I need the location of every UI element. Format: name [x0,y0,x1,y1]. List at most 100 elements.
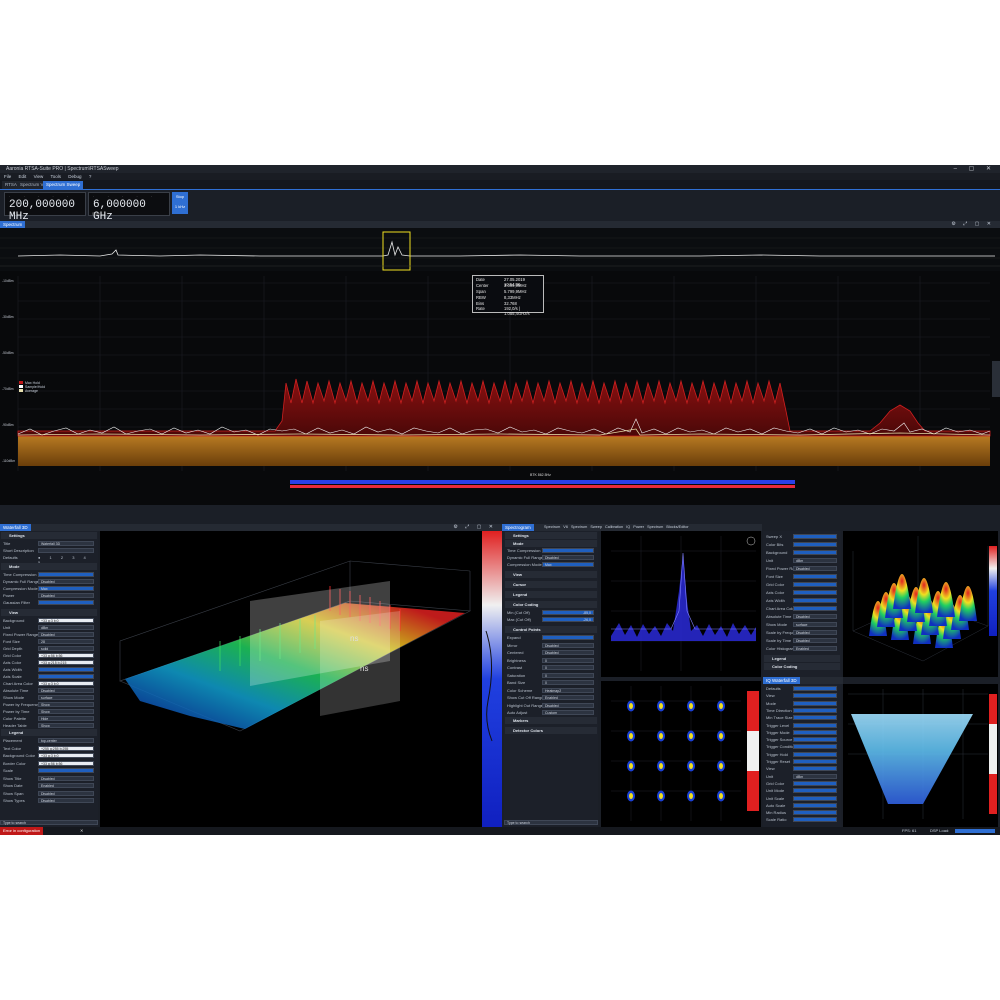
setting-value-field[interactable] [793,693,837,699]
setting-value-field[interactable]: Disabled [38,798,94,803]
setting-value-field[interactable] [793,534,837,539]
markers-section-header[interactable]: Markers [505,717,597,724]
legend-section-header[interactable]: Legend [1,729,97,736]
setting-value-field[interactable] [793,574,837,579]
menu-debug[interactable]: Debug [68,174,81,179]
setting-value-field[interactable] [793,582,837,587]
setting-value-field[interactable]: Disabled [542,650,594,655]
status-error-message[interactable]: Error in configuration [0,827,44,835]
secondary-tabs[interactable]: Spectrum V6 Spectrum Sweep Calibration I… [544,524,689,531]
legend-section-header[interactable]: Legend [764,655,840,662]
setting-value-field[interactable]: Hide [38,716,94,721]
setting-value-field[interactable]: 28 [38,639,94,644]
setting-value-field[interactable] [542,635,594,640]
setting-value-field[interactable] [793,542,837,547]
setting-value-field[interactable] [793,795,837,801]
settings-header[interactable]: Settings [1,532,97,539]
tab-calibration[interactable]: Calibration [605,525,623,529]
constellation-plot[interactable] [601,681,761,827]
setting-value-field[interactable] [38,674,94,679]
setting-value-field[interactable] [793,817,837,823]
setting-value-field[interactable]: +255 g:255 b:255 [38,745,94,751]
setting-value-field[interactable] [793,759,837,764]
time-compression-slider[interactable] [542,548,594,553]
setting-value-field[interactable]: Disabled [793,566,837,571]
time-compression-slider[interactable] [38,572,94,577]
setting-value-field[interactable]: Show [38,723,94,728]
setting-value-field[interactable]: 0 [542,672,594,678]
view-section-header[interactable]: View [505,571,597,578]
setting-value-field[interactable]: Disabled [542,702,594,708]
setting-value-field[interactable]: +33 g:3 b:0 [38,753,94,758]
tab-iq-waterfall-3d[interactable]: IQ Waterfall 3D [763,677,800,684]
setting-value-field[interactable]: +33 g:215 b:215 [38,660,94,665]
setting-value-field[interactable]: Enabled [542,695,594,700]
detector-colors-section-header[interactable]: Detector Colors [505,727,597,734]
tab-spectrum-sweep[interactable]: Spectrum Sweep [43,181,84,189]
tab-spectrum-v6[interactable]: Spectrum V6 [544,525,568,529]
setting-value-field[interactable] [793,737,837,743]
setting-value-field[interactable]: Disabled [793,630,837,635]
setting-value-field[interactable] [793,686,837,691]
setting-value-field[interactable]: surface [793,622,837,627]
span-field[interactable]: · · · · · · · 6,000000 GHz [88,192,170,223]
setting-value-field[interactable]: Disabled [793,638,837,643]
center-frequency-field[interactable]: · · · · · · · 200,000000 MHz [4,192,86,223]
iq-waterfall-3d-plot[interactable] [843,684,998,827]
gaussian-filter-slider[interactable] [38,600,94,605]
setting-value-field[interactable]: Show [38,709,94,714]
menu-view[interactable]: View [34,174,44,179]
waterfall3d-view[interactable]: ns ns [100,531,502,827]
overview-panel-label[interactable]: Spectrum [0,221,26,228]
setting-value-field[interactable]: Enabled [793,646,837,651]
close-error-icon[interactable]: ✕ [80,827,83,835]
setting-value-field[interactable]: 0 [542,657,594,663]
setting-value-field[interactable]: Disabled [542,642,594,648]
mode-section-header[interactable]: Mode [505,540,597,547]
setting-value-field[interactable]: Enabled [38,783,94,788]
title-input[interactable]: Waterfall 3D [38,541,94,546]
power-toggle[interactable]: Disabled [38,593,94,598]
setting-value-field[interactable] [793,802,837,808]
setting-value-field[interactable]: surface [38,695,94,700]
setting-value-field[interactable] [793,550,837,555]
setting-value-field[interactable] [793,700,837,706]
setting-value-field[interactable] [793,780,837,786]
setting-value-field[interactable] [38,768,94,773]
dynamic-full-range-toggle[interactable]: Disabled [542,555,594,560]
description-input[interactable] [38,548,94,553]
dynamic-full-range-toggle[interactable]: Disabled [38,579,94,584]
setting-value-field[interactable] [793,707,837,713]
color-coding-section-header[interactable]: Color Coding [505,601,597,608]
settings-header[interactable]: Settings [505,532,597,539]
setting-value-field[interactable]: +33 g:3 b:0 [38,681,94,686]
setting-value-field[interactable] [793,751,837,757]
setting-value-field[interactable]: 0 [542,680,594,685]
menu-edit[interactable]: Edit [19,174,27,179]
panel-tool-icons[interactable]: ⚙ ⤢ ▢ ✕ [453,524,496,531]
setting-value-field[interactable] [793,788,837,794]
setting-value-field[interactable]: Custom [542,710,594,715]
setting-value-field[interactable]: +33 g:3 b:0 [38,618,94,623]
setting-value-field[interactable]: dBm [793,773,837,779]
legend-section-header[interactable]: Legend [505,591,597,598]
settings-search-input[interactable]: Type to search [504,820,598,825]
setting-value-field[interactable]: Disabled [38,688,94,693]
spectrogram-color-scale[interactable] [482,531,502,827]
setting-value-field[interactable] [793,744,837,750]
iq-3d-surface-plot[interactable] [843,531,998,677]
setting-value-field[interactable]: dBm [793,558,837,563]
setting-value-field[interactable]: Disabled [793,614,837,619]
control-points-section-header[interactable]: Control Points [505,626,597,633]
stop-button[interactable]: Stop 1 kHz [172,192,188,214]
iq-spectrum-plot[interactable] [601,531,761,677]
overview-spectrum-plot[interactable] [0,228,1000,271]
setting-value-field[interactable]: Show [38,702,94,707]
tab-iq-power-spectrum[interactable]: IQ Power Spectrum [626,525,663,529]
setting-value-field[interactable]: Disabled [38,775,94,781]
setting-value-field[interactable] [793,715,837,721]
compression-mode-select[interactable]: Max [38,586,94,591]
min-cutoff-slider[interactable]: -85,0 [542,610,594,615]
setting-value-field[interactable]: 0 [542,665,594,670]
setting-value-field[interactable] [793,606,837,611]
